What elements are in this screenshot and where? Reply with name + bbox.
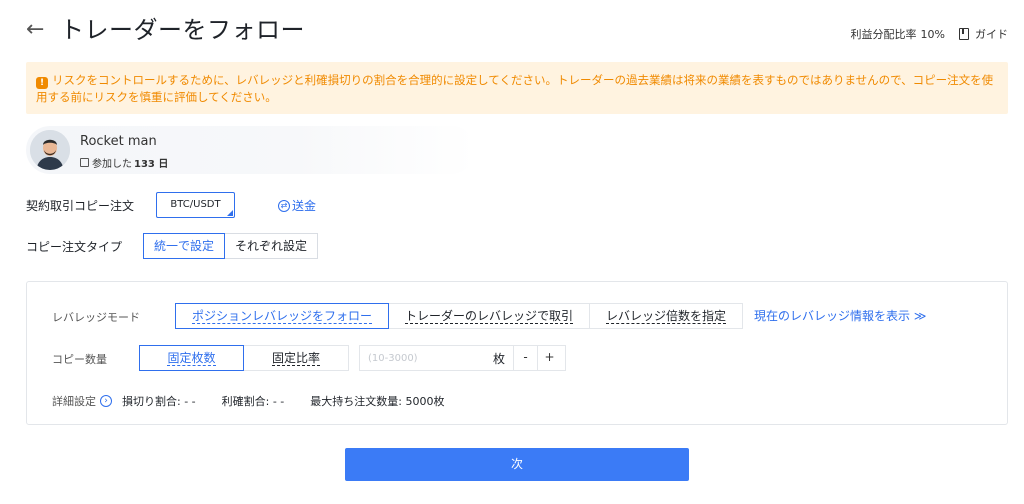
settings-panel: レバレッジモード ポジションレバレッジをフォロー トレーダーのレバレッジで取引 … <box>26 281 1008 425</box>
max-orders-value: 最大持ち注文数量: 5000枚 <box>310 395 445 408</box>
quantity-unit: 枚 <box>492 351 505 366</box>
transfer-link[interactable]: ⇄ 送金 <box>278 197 316 214</box>
transfer-label: 送金 <box>292 199 317 213</box>
risk-warning-banner: ! リスクをコントロールするために、レバレッジと利確損切りの割合を合理的に設定して… <box>26 62 1008 114</box>
guide-link[interactable]: ガイド <box>959 26 1008 42</box>
trader-name: Rocket man <box>80 134 157 149</box>
profit-share-value: 10% <box>920 27 945 41</box>
pair-select[interactable]: BTC/USDT <box>156 192 235 218</box>
avatar <box>30 130 70 170</box>
quantity-fixed-count[interactable]: 固定枚数 <box>139 345 244 371</box>
copy-type-label: コピー注文タイプ <box>26 240 123 254</box>
copy-type-individual[interactable]: それぞれ設定 <box>225 233 319 259</box>
copy-type-toggle: 統一で設定 それぞれ設定 <box>143 233 319 259</box>
take-profit-value: 利確割合: - - <box>221 395 285 408</box>
chevron-right-icon[interactable]: › <box>100 395 112 407</box>
next-button[interactable]: 次 <box>345 448 689 481</box>
quantity-fixed-count-label: 固定枚数 <box>167 351 216 366</box>
warning-shield-icon: ! <box>36 77 48 89</box>
copy-type-unified[interactable]: 統一で設定 <box>143 233 226 259</box>
leverage-specify[interactable]: レバレッジ倍数を指定 <box>590 303 744 329</box>
quantity-input[interactable] <box>360 346 485 370</box>
leverage-mode-label: レバレッジモード <box>52 311 140 324</box>
quantity-fixed-ratio-label: 固定比率 <box>271 351 320 366</box>
quantity-stepper: 枚 - + <box>359 345 566 371</box>
page-header: ← トレーダーをフォロー 利益分配比率 10% ガイド <box>26 14 1008 50</box>
warning-text: リスクをコントロールするために、レバレッジと利確損切りの割合を合理的に設定してく… <box>36 73 994 104</box>
trader-joined: 参加した 133 日 <box>80 155 168 170</box>
leverage-mode-toggle: ポジションレバレッジをフォロー トレーダーのレバレッジで取引 レバレッジ倍数を指… <box>175 303 744 329</box>
joined-label: 参加した <box>92 159 132 170</box>
joined-days: 133 日 <box>134 159 169 170</box>
guide-label: ガイド <box>975 28 1008 41</box>
header-right: 利益分配比率 10% ガイド <box>851 26 1008 42</box>
bookmark-icon <box>959 28 969 40</box>
detail-settings-row: 詳細設定 › 損切り割合: - - 利確割合: - - 最大持ち注文数量: 50… <box>52 393 470 409</box>
view-leverage-link[interactable]: 現在のレバレッジ情報を表示 ≫ <box>754 307 926 324</box>
contract-label: 契約取引コピー注文 <box>26 199 135 213</box>
trader-card: Rocket man 参加した 133 日 <box>26 126 476 174</box>
leverage-follow-position-label: ポジションレバレッジをフォロー <box>192 309 373 324</box>
transfer-icon: ⇄ <box>278 199 290 212</box>
stop-loss-value: 損切り割合: - - <box>122 395 196 408</box>
copy-quantity-label: コピー数量 <box>52 353 107 366</box>
profit-share-label: 利益分配比率 <box>850 28 917 41</box>
back-arrow-icon[interactable]: ← <box>26 16 44 44</box>
quantity-mode-toggle: 固定枚数 固定比率 <box>139 345 349 371</box>
detail-settings-link[interactable]: 詳細設定 <box>52 393 96 409</box>
quantity-fixed-ratio[interactable]: 固定比率 <box>244 345 349 371</box>
page-title: トレーダーをフォロー <box>60 16 305 44</box>
decrement-button[interactable]: - <box>513 346 537 370</box>
calendar-icon <box>80 158 89 167</box>
leverage-trader-label: トレーダーのレバレッジで取引 <box>405 309 574 324</box>
leverage-follow-position[interactable]: ポジションレバレッジをフォロー <box>175 303 390 329</box>
increment-button[interactable]: + <box>537 346 561 370</box>
leverage-trader[interactable]: トレーダーのレバレッジで取引 <box>389 303 591 329</box>
leverage-specify-label: レバレッジ倍数を指定 <box>606 309 727 324</box>
